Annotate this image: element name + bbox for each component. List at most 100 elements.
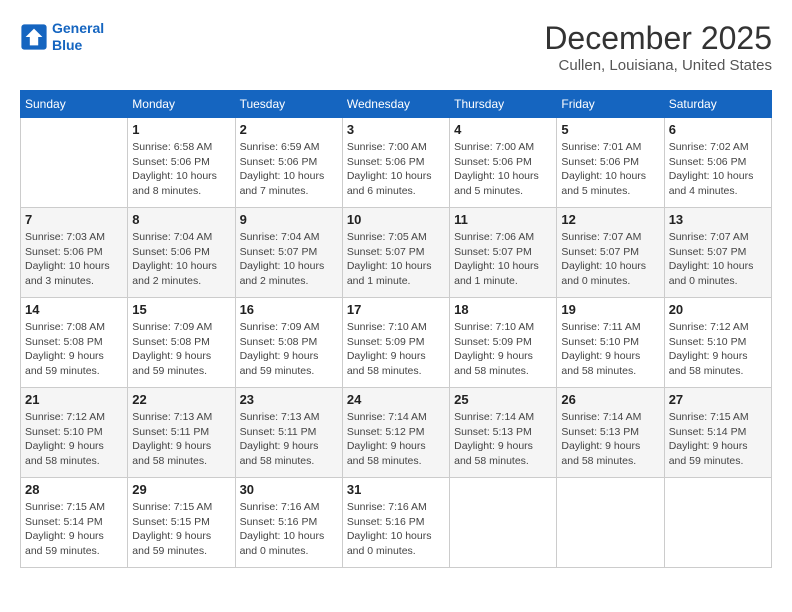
day-number: 18 — [454, 302, 552, 317]
calendar-day-cell: 6 Sunrise: 7:02 AM Sunset: 5:06 PM Daylig… — [664, 118, 771, 208]
day-of-week-header: Thursday — [450, 91, 557, 118]
day-info: Sunrise: 7:13 AM Sunset: 5:11 PM Dayligh… — [240, 410, 338, 469]
day-number: 11 — [454, 212, 552, 227]
day-info: Sunrise: 7:14 AM Sunset: 5:13 PM Dayligh… — [561, 410, 659, 469]
day-of-week-header: Wednesday — [342, 91, 449, 118]
day-info: Sunrise: 7:04 AM Sunset: 5:06 PM Dayligh… — [132, 230, 230, 289]
day-number: 28 — [25, 482, 123, 497]
calendar-day-cell: 12 Sunrise: 7:07 AM Sunset: 5:07 PM Dayli… — [557, 208, 664, 298]
calendar-day-cell — [450, 478, 557, 568]
day-info: Sunrise: 7:10 AM Sunset: 5:09 PM Dayligh… — [454, 320, 552, 379]
day-number: 29 — [132, 482, 230, 497]
day-info: Sunrise: 7:13 AM Sunset: 5:11 PM Dayligh… — [132, 410, 230, 469]
day-info: Sunrise: 7:15 AM Sunset: 5:14 PM Dayligh… — [25, 500, 123, 559]
day-number: 12 — [561, 212, 659, 227]
calendar-day-cell: 19 Sunrise: 7:11 AM Sunset: 5:10 PM Dayli… — [557, 298, 664, 388]
day-number: 25 — [454, 392, 552, 407]
calendar-day-cell: 21 Sunrise: 7:12 AM Sunset: 5:10 PM Dayli… — [21, 388, 128, 478]
day-info: Sunrise: 7:00 AM Sunset: 5:06 PM Dayligh… — [454, 140, 552, 199]
calendar-day-cell: 11 Sunrise: 7:06 AM Sunset: 5:07 PM Dayli… — [450, 208, 557, 298]
calendar-day-cell: 2Sunrise: 6:59 AM Sunset: 5:06 PM Daylig… — [235, 118, 342, 208]
day-info: Sunrise: 7:14 AM Sunset: 5:13 PM Dayligh… — [454, 410, 552, 469]
calendar-day-cell — [664, 478, 771, 568]
calendar-day-cell: 3 Sunrise: 7:00 AM Sunset: 5:06 PM Daylig… — [342, 118, 449, 208]
calendar-day-cell: 4Sunrise: 7:00 AM Sunset: 5:06 PM Daylig… — [450, 118, 557, 208]
calendar-day-cell: 29 Sunrise: 7:15 AM Sunset: 5:15 PM Dayli… — [128, 478, 235, 568]
calendar-day-cell: 20 Sunrise: 7:12 AM Sunset: 5:10 PM Dayli… — [664, 298, 771, 388]
calendar-day-cell: 30Sunrise: 7:16 AM Sunset: 5:16 PM Dayli… — [235, 478, 342, 568]
calendar-day-cell: 24 Sunrise: 7:14 AM Sunset: 5:12 PM Dayli… — [342, 388, 449, 478]
day-number: 3 — [347, 122, 445, 137]
day-of-week-header: Saturday — [664, 91, 771, 118]
day-info: Sunrise: 7:15 AM Sunset: 5:14 PM Dayligh… — [669, 410, 767, 469]
calendar-day-cell: 28 Sunrise: 7:15 AM Sunset: 5:14 PM Dayli… — [21, 478, 128, 568]
logo-icon — [20, 23, 48, 51]
day-of-week-header: Sunday — [21, 91, 128, 118]
day-number: 19 — [561, 302, 659, 317]
day-number: 17 — [347, 302, 445, 317]
day-number: 13 — [669, 212, 767, 227]
calendar-day-cell: 10 Sunrise: 7:05 AM Sunset: 5:07 PM Dayli… — [342, 208, 449, 298]
calendar-table: SundayMondayTuesdayWednesdayThursdayFrid… — [20, 90, 772, 568]
calendar-day-cell: 14Sunrise: 7:08 AM Sunset: 5:08 PM Dayli… — [21, 298, 128, 388]
day-info: Sunrise: 7:09 AM Sunset: 5:08 PM Dayligh… — [240, 320, 338, 379]
day-of-week-header: Monday — [128, 91, 235, 118]
day-number: 5 — [561, 122, 659, 137]
calendar-day-cell: 1 Sunrise: 6:58 AM Sunset: 5:06 PM Daylig… — [128, 118, 235, 208]
calendar-day-cell — [557, 478, 664, 568]
calendar-day-cell: 23 Sunrise: 7:13 AM Sunset: 5:11 PM Dayli… — [235, 388, 342, 478]
day-number: 15 — [132, 302, 230, 317]
day-info: Sunrise: 7:15 AM Sunset: 5:15 PM Dayligh… — [132, 500, 230, 559]
day-info: Sunrise: 7:00 AM Sunset: 5:06 PM Dayligh… — [347, 140, 445, 199]
day-number: 27 — [669, 392, 767, 407]
calendar-day-cell: 27 Sunrise: 7:15 AM Sunset: 5:14 PM Dayli… — [664, 388, 771, 478]
logo-text: General Blue — [52, 20, 104, 54]
day-info: Sunrise: 7:02 AM Sunset: 5:06 PM Dayligh… — [669, 140, 767, 199]
day-number: 26 — [561, 392, 659, 407]
day-number: 14 — [25, 302, 123, 317]
day-number: 23 — [240, 392, 338, 407]
day-info: Sunrise: 6:58 AM Sunset: 5:06 PM Dayligh… — [132, 140, 230, 199]
calendar-day-cell: 17 Sunrise: 7:10 AM Sunset: 5:09 PM Dayli… — [342, 298, 449, 388]
calendar-day-cell: 16 Sunrise: 7:09 AM Sunset: 5:08 PM Dayli… — [235, 298, 342, 388]
calendar-day-cell: 22Sunrise: 7:13 AM Sunset: 5:11 PM Dayli… — [128, 388, 235, 478]
calendar-week-row: 28 Sunrise: 7:15 AM Sunset: 5:14 PM Dayli… — [21, 478, 772, 568]
day-number: 16 — [240, 302, 338, 317]
day-number: 21 — [25, 392, 123, 407]
day-number: 10 — [347, 212, 445, 227]
day-info: Sunrise: 7:10 AM Sunset: 5:09 PM Dayligh… — [347, 320, 445, 379]
month-title: December 2025 — [544, 20, 772, 57]
calendar-day-cell: 25 Sunrise: 7:14 AM Sunset: 5:13 PM Dayli… — [450, 388, 557, 478]
calendar-day-cell: 31Sunrise: 7:16 AM Sunset: 5:16 PM Dayli… — [342, 478, 449, 568]
calendar-day-cell: 7 Sunrise: 7:03 AM Sunset: 5:06 PM Daylig… — [21, 208, 128, 298]
day-number: 20 — [669, 302, 767, 317]
day-number: 9 — [240, 212, 338, 227]
day-number: 24 — [347, 392, 445, 407]
day-info: Sunrise: 7:14 AM Sunset: 5:12 PM Dayligh… — [347, 410, 445, 469]
day-info: Sunrise: 7:12 AM Sunset: 5:10 PM Dayligh… — [25, 410, 123, 469]
calendar-week-row: 14Sunrise: 7:08 AM Sunset: 5:08 PM Dayli… — [21, 298, 772, 388]
calendar-day-cell: 18 Sunrise: 7:10 AM Sunset: 5:09 PM Dayli… — [450, 298, 557, 388]
calendar-day-cell: 9Sunrise: 7:04 AM Sunset: 5:07 PM Daylig… — [235, 208, 342, 298]
day-info: Sunrise: 7:03 AM Sunset: 5:06 PM Dayligh… — [25, 230, 123, 289]
calendar-week-row: 7 Sunrise: 7:03 AM Sunset: 5:06 PM Daylig… — [21, 208, 772, 298]
day-number: 1 — [132, 122, 230, 137]
day-number: 7 — [25, 212, 123, 227]
calendar-day-cell: 5 Sunrise: 7:01 AM Sunset: 5:06 PM Daylig… — [557, 118, 664, 208]
day-info: Sunrise: 7:12 AM Sunset: 5:10 PM Dayligh… — [669, 320, 767, 379]
day-number: 6 — [669, 122, 767, 137]
day-info: Sunrise: 7:05 AM Sunset: 5:07 PM Dayligh… — [347, 230, 445, 289]
day-info: Sunrise: 7:16 AM Sunset: 5:16 PM Dayligh… — [347, 500, 445, 559]
day-info: Sunrise: 7:06 AM Sunset: 5:07 PM Dayligh… — [454, 230, 552, 289]
day-info: Sunrise: 7:07 AM Sunset: 5:07 PM Dayligh… — [561, 230, 659, 289]
calendar-day-cell: 26 Sunrise: 7:14 AM Sunset: 5:13 PM Dayli… — [557, 388, 664, 478]
day-number: 8 — [132, 212, 230, 227]
day-number: 30 — [240, 482, 338, 497]
calendar-week-row: 21 Sunrise: 7:12 AM Sunset: 5:10 PM Dayli… — [21, 388, 772, 478]
calendar-day-cell — [21, 118, 128, 208]
calendar-week-row: 1 Sunrise: 6:58 AM Sunset: 5:06 PM Daylig… — [21, 118, 772, 208]
calendar-day-cell: 13Sunrise: 7:07 AM Sunset: 5:07 PM Dayli… — [664, 208, 771, 298]
calendar-header-row: SundayMondayTuesdayWednesdayThursdayFrid… — [21, 91, 772, 118]
day-info: Sunrise: 7:01 AM Sunset: 5:06 PM Dayligh… — [561, 140, 659, 199]
day-info: Sunrise: 7:11 AM Sunset: 5:10 PM Dayligh… — [561, 320, 659, 379]
